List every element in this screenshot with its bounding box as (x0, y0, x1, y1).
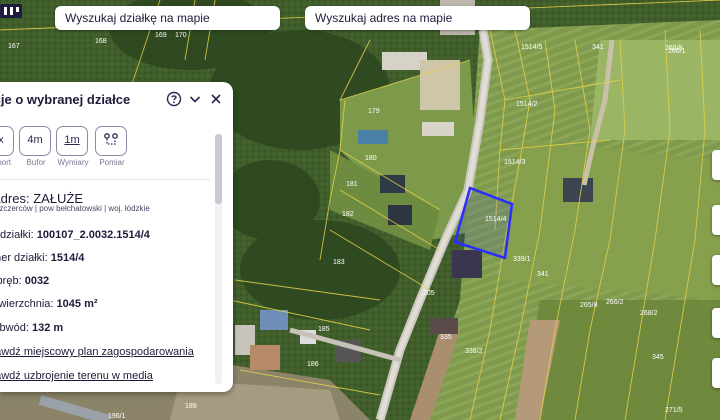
svg-text:339/1: 339/1 (513, 256, 531, 263)
district-row: Obręb: 0032 (0, 275, 49, 287)
dimensions-button[interactable]: 1m (56, 126, 88, 156)
svg-text:168: 168 (95, 38, 107, 45)
svg-text:1514/5: 1514/5 (521, 44, 543, 51)
measure-tool[interactable]: Pomiar (95, 126, 129, 167)
svg-text:338/2: 338/2 (465, 348, 483, 355)
report-label: Raport (0, 158, 11, 167)
svg-text:186: 186 (307, 361, 319, 368)
panel-toolbar: 5x Raport 4m Bufor 1m Wymiary Pomiar (0, 126, 210, 170)
help-icon[interactable] (166, 91, 182, 107)
map-control-button[interactable] (712, 358, 720, 388)
district-label: Obręb: (0, 275, 22, 287)
address-search-input[interactable]: Wyszukaj adres na mapie (305, 6, 530, 30)
chevron-down-icon[interactable] (187, 91, 203, 107)
panel-header: Informacje o wybranej działce (0, 82, 233, 116)
parcel-number-value: 1514/4 (50, 252, 85, 264)
map-control-button[interactable] (712, 255, 720, 285)
map-control-button[interactable] (712, 205, 720, 235)
svg-text:1514/3: 1514/3 (504, 159, 526, 166)
svg-text:170: 170 (175, 32, 187, 39)
perimeter-value: 132 m (31, 322, 64, 334)
svg-text:265/8: 265/8 (580, 302, 598, 309)
dimensions-label: Wymiary (57, 158, 89, 167)
area-row: Powierzchnia: 1045 m² (0, 298, 98, 310)
parcel-id-label: ID działki: (0, 229, 34, 241)
svg-text:182: 182 (342, 211, 354, 218)
measure-label: Pomiar (99, 158, 125, 167)
parcel-search-input[interactable]: Wyszukaj działkę na mapie (55, 6, 280, 30)
svg-text:167: 167 (8, 43, 20, 50)
local-plan-link[interactable]: Sprawdź miejscowy plan zagospodarowania (0, 346, 194, 358)
parcel-id-value: 100107_2.0032.1514/4 (36, 229, 150, 241)
parcel-info-panel: Informacje o wybranej działce 5x Raport … (0, 82, 233, 392)
svg-text:1514/2: 1514/2 (516, 101, 538, 108)
svg-text:271/5: 271/5 (665, 407, 683, 414)
buffer-tool[interactable]: 4m Bufor (19, 126, 53, 167)
svg-text:183: 183 (333, 259, 345, 266)
svg-text:265/8: 265/8 (665, 45, 683, 52)
parcel-number-row: Numer działki: 1514/4 (0, 252, 84, 264)
svg-text:196/1: 196/1 (108, 413, 126, 420)
svg-text:266/2: 266/2 (606, 299, 624, 306)
dimensions-tool[interactable]: 1m Wymiary (56, 126, 90, 167)
buffer-label: Bufor (26, 158, 46, 167)
svg-text:345: 345 (652, 354, 664, 361)
parcel-number-label: Numer działki: (0, 252, 48, 264)
close-icon[interactable] (208, 91, 224, 107)
svg-text:180: 180 (365, 155, 377, 162)
svg-text:268/2: 268/2 (640, 310, 658, 317)
measure-icon (104, 133, 118, 145)
svg-text:335: 335 (440, 334, 452, 341)
svg-text:181: 181 (346, 181, 358, 188)
svg-text:341: 341 (592, 44, 604, 51)
svg-text:341: 341 (537, 271, 549, 278)
area-value: 1045 m² (56, 298, 98, 310)
area-label: Powierzchnia: (0, 298, 54, 310)
svg-text:189: 189 (185, 403, 197, 410)
panel-title: Informacje o wybranej działce (0, 92, 131, 107)
buffer-button[interactable]: 4m (19, 126, 51, 156)
svg-text:169: 169 (155, 32, 167, 39)
measure-button[interactable] (95, 126, 127, 156)
report-tool[interactable]: 5x Raport (0, 126, 16, 167)
parcel-id-row: ID działki: 100107_2.0032.1514/4 (0, 229, 150, 241)
svg-text:179: 179 (368, 108, 380, 115)
address-sub: Szczerców | pow bełchatowski | woj. łódz… (0, 204, 150, 213)
perimeter-label: Obwód: (0, 322, 29, 334)
utilities-link[interactable]: Sprawdź uzbrojenie terenu w media (0, 370, 153, 382)
district-value: 0032 (24, 275, 50, 287)
svg-text:205: 205 (423, 290, 435, 297)
panel-divider (0, 179, 210, 180)
perimeter-row: Obwód: 132 m (0, 322, 63, 334)
report-button[interactable]: 5x (0, 126, 14, 156)
app-logo (0, 4, 22, 18)
map-control-button[interactable] (712, 150, 720, 180)
svg-text:1514/4: 1514/4 (485, 216, 507, 223)
svg-text:185: 185 (318, 326, 330, 333)
panel-scrollbar-thumb[interactable] (215, 134, 222, 204)
map-control-button[interactable] (712, 308, 720, 338)
